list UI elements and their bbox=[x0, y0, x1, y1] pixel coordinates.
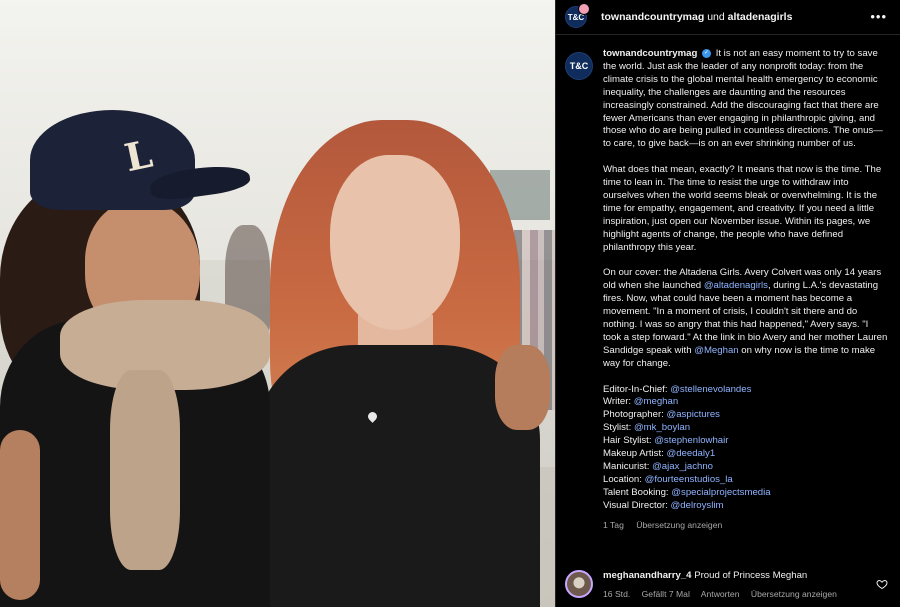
caption-body: townandcountrymag ✓ It is not an easy mo… bbox=[603, 48, 889, 558]
credit-handle[interactable]: @deedaly1 bbox=[666, 448, 715, 459]
comment-timestamp[interactable]: 16 Std. bbox=[603, 589, 630, 599]
credit-role: Talent Booking: bbox=[603, 486, 669, 498]
post-photo[interactable]: L bbox=[0, 0, 555, 607]
commenter-avatar[interactable] bbox=[565, 570, 593, 598]
header-accounts: townandcountrymag und altadenagirls bbox=[601, 11, 792, 23]
credit-handle[interactable]: @stephenlowhair bbox=[654, 435, 728, 446]
credit-role: Makeup Artist: bbox=[603, 448, 664, 460]
credit-handle[interactable]: @fourteenstudios_la bbox=[645, 474, 733, 485]
credit-role: Writer: bbox=[603, 396, 632, 408]
mention-meghan[interactable]: @Meghan bbox=[694, 345, 738, 356]
beige-sweater-sleeve bbox=[110, 370, 180, 570]
ellipsis-icon[interactable]: ••• bbox=[870, 10, 887, 23]
credits-list: Editor-In-Chief: @stellenevolandes Write… bbox=[603, 384, 889, 513]
credit-line: Makeup Artist: @deedaly1 bbox=[603, 448, 889, 461]
hand-on-shoulder bbox=[495, 345, 550, 430]
collab-avatar[interactable]: T&C bbox=[565, 3, 590, 28]
post-header: T&C townandcountrymag und altadenagirls … bbox=[556, 0, 900, 35]
comment-meta: 16 Std. Gefällt 7 Mal Antworten Übersetz… bbox=[603, 589, 873, 599]
caption-timestamp[interactable]: 1 Tag bbox=[603, 520, 624, 530]
woman-arm bbox=[0, 430, 40, 600]
caption-translate-link[interactable]: Übersetzung anzeigen bbox=[636, 520, 722, 530]
credit-role: Visual Director: bbox=[603, 499, 668, 511]
credit-line: Writer: @meghan bbox=[603, 396, 889, 409]
header-account-townandcountrymag[interactable]: townandcountrymag bbox=[601, 11, 704, 23]
collab-mini-avatar bbox=[578, 3, 590, 15]
credit-role: Photographer: bbox=[603, 409, 664, 421]
credit-role: Location: bbox=[603, 473, 642, 485]
verified-badge-icon: ✓ bbox=[702, 48, 712, 58]
comment-body: meghanandharry_4 Proud of Princess Megha… bbox=[603, 570, 873, 599]
credit-line: Hair Stylist: @stephenlowhair bbox=[603, 435, 889, 448]
credit-handle[interactable]: @aspictures bbox=[666, 409, 719, 420]
header-account-altadenagirls[interactable]: altadenagirls bbox=[728, 11, 793, 23]
credit-handle[interactable]: @specialprojectsmedia bbox=[671, 487, 770, 498]
comment-line: meghanandharry_4 Proud of Princess Megha… bbox=[603, 570, 873, 582]
caption-avatar[interactable]: T&C bbox=[565, 52, 593, 80]
heart-icon[interactable] bbox=[876, 578, 888, 590]
comment-reply-button[interactable]: Antworten bbox=[701, 589, 740, 599]
caption-text-1: It is not an easy moment to try to save … bbox=[603, 48, 883, 150]
comment-likes[interactable]: Gefällt 7 Mal bbox=[642, 589, 690, 599]
post-caption: T&C townandcountrymag ✓ It is not an eas… bbox=[556, 48, 900, 558]
caption-meta: 1 Tag Übersetzung anzeigen bbox=[603, 519, 889, 532]
credit-line: Stylist: @mk_boylan bbox=[603, 422, 889, 435]
commenter-username[interactable]: meghanandharry_4 bbox=[603, 570, 692, 581]
credit-handle[interactable]: @mk_boylan bbox=[634, 422, 690, 433]
credit-line: Visual Director: @delroyslim bbox=[603, 500, 889, 513]
caption-paragraph-2: What does that mean, exactly? It means t… bbox=[603, 164, 882, 253]
credit-line: Photographer: @aspictures bbox=[603, 409, 889, 422]
credit-handle[interactable]: @ajax_jachno bbox=[652, 461, 713, 472]
caption-username[interactable]: townandcountrymag bbox=[603, 48, 697, 59]
comment-translate-link[interactable]: Übersetzung anzeigen bbox=[751, 589, 837, 599]
comment-item: meghanandharry_4 Proud of Princess Megha… bbox=[565, 570, 895, 599]
credit-role: Editor-In-Chief: bbox=[603, 383, 668, 395]
credit-handle[interactable]: @stellenevolandes bbox=[670, 384, 751, 395]
credit-line: Editor-In-Chief: @stellenevolandes bbox=[603, 384, 889, 397]
caption-avatar-text: T&C bbox=[569, 61, 589, 71]
credit-line: Talent Booking: @specialprojectsmedia bbox=[603, 487, 889, 500]
comment-text: Proud of Princess Meghan bbox=[694, 570, 808, 581]
mention-altadenagirls[interactable]: @altadenagirls bbox=[704, 280, 768, 291]
credit-role: Hair Stylist: bbox=[603, 435, 652, 447]
post-sidebar: T&C townandcountrymag und altadenagirls … bbox=[555, 0, 900, 607]
header-connector: und bbox=[707, 11, 725, 23]
credit-line: Manicurist: @ajax_jachno bbox=[603, 461, 889, 474]
credit-role: Stylist: bbox=[603, 422, 632, 434]
credit-line: Location: @fourteenstudios_la bbox=[603, 474, 889, 487]
girl-face bbox=[330, 155, 460, 330]
instagram-post: L T&C townandcountrymag und altadenagirl… bbox=[0, 0, 900, 607]
caption-paragraph-1: townandcountrymag ✓ It is not an easy mo… bbox=[603, 48, 889, 151]
credit-role: Manicurist: bbox=[603, 460, 650, 472]
caption-paragraph-3: On our cover: the Altadena Girls. Avery … bbox=[603, 267, 889, 370]
credit-handle[interactable]: @delroyslim bbox=[671, 500, 724, 511]
credit-handle[interactable]: @meghan bbox=[634, 396, 678, 407]
